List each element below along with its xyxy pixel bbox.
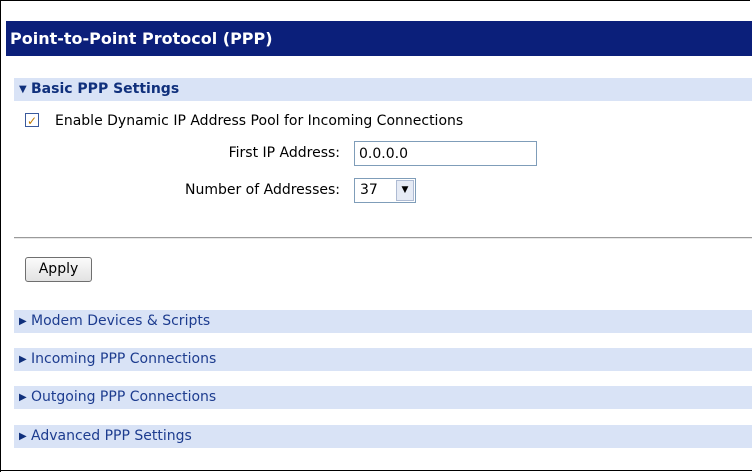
triangle-right-icon: ▶ bbox=[19, 316, 27, 327]
num-addresses-label: Number of Addresses: bbox=[184, 182, 340, 198]
section-outgoing-ppp[interactable]: ▶ Outgoing PPP Connections bbox=[14, 386, 752, 409]
section-label: Modem Devices & Scripts bbox=[31, 313, 211, 329]
section-label: Basic PPP Settings bbox=[31, 81, 180, 97]
chevron-down-icon[interactable]: ▼ bbox=[396, 180, 414, 201]
bottom-border bbox=[0, 470, 752, 471]
dynamic-pool-row: ✓ Enable Dynamic IP Address Pool for Inco… bbox=[25, 111, 463, 131]
section-label: Incoming PPP Connections bbox=[31, 351, 217, 367]
page-title: Point-to-Point Protocol (PPP) bbox=[6, 21, 752, 56]
checkmark-icon: ✓ bbox=[27, 114, 38, 128]
triangle-right-icon: ▶ bbox=[19, 431, 27, 442]
triangle-right-icon: ▶ bbox=[19, 354, 27, 365]
section-incoming-ppp[interactable]: ▶ Incoming PPP Connections bbox=[14, 348, 752, 371]
section-label: Outgoing PPP Connections bbox=[31, 389, 217, 405]
first-ip-label: First IP Address: bbox=[228, 145, 340, 161]
num-addresses-select[interactable]: 37 ▼ bbox=[354, 178, 416, 203]
dynamic-pool-checkbox[interactable]: ✓ bbox=[25, 113, 39, 128]
num-addresses-value: 37 bbox=[360, 182, 378, 198]
section-modem-devices[interactable]: ▶ Modem Devices & Scripts bbox=[14, 310, 752, 333]
dynamic-pool-label: Enable Dynamic IP Address Pool for Incom… bbox=[55, 113, 464, 129]
first-ip-input[interactable] bbox=[354, 141, 537, 166]
section-label: Advanced PPP Settings bbox=[31, 428, 192, 444]
section-advanced-ppp[interactable]: ▶ Advanced PPP Settings bbox=[14, 425, 752, 448]
triangle-right-icon: ▶ bbox=[19, 392, 27, 403]
section-divider bbox=[14, 237, 752, 239]
section-basic-ppp-settings[interactable]: ▼ Basic PPP Settings bbox=[14, 78, 752, 101]
apply-button[interactable]: Apply bbox=[25, 257, 92, 282]
triangle-down-icon: ▼ bbox=[19, 84, 27, 95]
